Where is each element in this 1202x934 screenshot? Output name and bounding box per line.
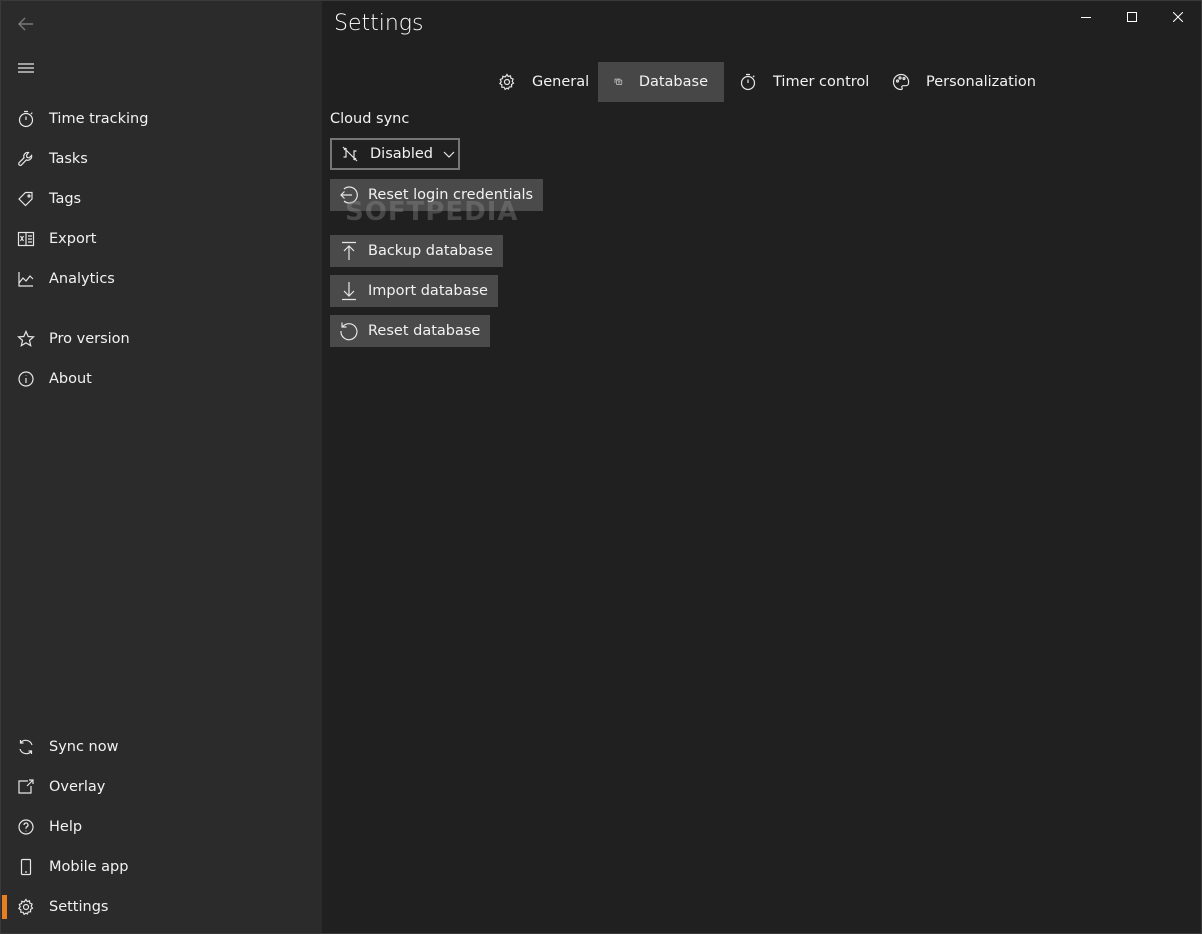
tab-general[interactable]: General: [482, 62, 605, 102]
gear-icon: [499, 73, 515, 91]
palette-icon: [892, 73, 910, 91]
sidebar-item-label: Settings: [49, 899, 109, 915]
sidebar-item-label: About: [49, 371, 92, 387]
stopwatch-icon: [740, 73, 756, 91]
import-database-button[interactable]: Import database: [330, 275, 498, 307]
tab-timer-control[interactable]: Timer control: [723, 62, 885, 102]
sidebar-item-label: Help: [49, 819, 83, 835]
upload-icon: [342, 241, 356, 260]
tab-label: Personalization: [926, 74, 1036, 90]
tab-label: General: [532, 74, 590, 90]
sidebar-item-label: Analytics: [49, 271, 115, 287]
back-button[interactable]: [9, 7, 43, 41]
chevron-down-icon: [443, 151, 455, 158]
sync-icon: [1, 738, 51, 756]
cloud-sync-value: Disabled: [370, 146, 433, 162]
sidebar-item-export[interactable]: Export: [1, 219, 322, 259]
minimize-button[interactable]: [1063, 1, 1109, 33]
sidebar-item-label: Export: [49, 231, 97, 247]
sign-out-icon: [340, 186, 358, 204]
sync-disabled-icon: [342, 146, 358, 162]
button-label: Reset database: [368, 323, 481, 339]
sidebar-item-help[interactable]: Help: [1, 807, 322, 847]
sidebar-item-about[interactable]: About: [1, 359, 322, 399]
reset-login-credentials-button[interactable]: Reset login credentials: [330, 179, 544, 211]
close-button[interactable]: [1155, 1, 1201, 33]
sidebar-item-overlay[interactable]: Overlay: [1, 767, 322, 807]
back-arrow-icon: [18, 17, 33, 31]
star-icon: [1, 330, 51, 348]
hamburger-icon: [18, 63, 34, 73]
sidebar-item-pro-version[interactable]: Pro version: [1, 319, 322, 359]
app-window: Time tracking Tasks Tags Export Analytic…: [0, 0, 1202, 934]
sidebar-item-label: Pro version: [49, 331, 130, 347]
sidebar-item-time-tracking[interactable]: Time tracking: [1, 99, 322, 139]
cloud-sync-dropdown[interactable]: Disabled: [330, 138, 460, 170]
excel-icon: [1, 230, 51, 248]
download-icon: [342, 282, 356, 301]
tab-label: Timer control: [773, 74, 870, 90]
sidebar-item-mobile-app[interactable]: Mobile app: [1, 847, 322, 887]
maximize-icon: [1127, 12, 1137, 22]
info-icon: [1, 370, 51, 388]
sidebar-item-settings[interactable]: Settings: [1, 887, 322, 927]
button-label: Import database: [368, 283, 488, 299]
sidebar-item-sync-now[interactable]: Sync now: [1, 727, 322, 767]
sidebar-item-label: Time tracking: [49, 111, 149, 127]
reset-icon: [340, 322, 358, 341]
tag-icon: [1, 190, 51, 208]
tab-database[interactable]: Database: [598, 62, 724, 102]
main-content: Settings General Database Timer control: [322, 1, 1201, 933]
tab-label: Database: [638, 74, 708, 90]
menu-toggle-button[interactable]: [9, 51, 43, 85]
wrench-icon: [1, 150, 51, 168]
phone-icon: [1, 858, 51, 876]
sidebar-item-tasks[interactable]: Tasks: [1, 139, 322, 179]
button-label: Backup database: [368, 243, 493, 259]
sidebar-item-analytics[interactable]: Analytics: [1, 259, 322, 299]
help-icon: [1, 818, 51, 836]
sidebar-item-label: Tasks: [49, 151, 88, 167]
sidebar-item-label: Overlay: [49, 779, 106, 795]
backup-database-button[interactable]: Backup database: [330, 235, 503, 267]
maximize-button[interactable]: [1109, 1, 1155, 33]
page-title: Settings: [334, 11, 424, 36]
button-label: Reset login credentials: [368, 187, 534, 203]
cloud-sync-label: Cloud sync: [330, 111, 410, 127]
sidebar-item-label: Mobile app: [49, 859, 129, 875]
tab-personalization[interactable]: Personalization: [876, 62, 1052, 102]
sidebar-item-label: Sync now: [49, 739, 119, 755]
stopwatch-icon: [1, 110, 51, 128]
overlay-icon: [1, 778, 51, 796]
sidebar: Time tracking Tasks Tags Export Analytic…: [1, 1, 322, 933]
chart-icon: [1, 270, 51, 288]
sidebar-item-label: Tags: [49, 191, 82, 207]
close-icon: [1173, 12, 1183, 22]
database-icon: [614, 78, 623, 85]
sidebar-item-tags[interactable]: Tags: [1, 179, 322, 219]
gear-icon: [1, 898, 51, 916]
minimize-icon: [1081, 17, 1091, 18]
reset-database-button[interactable]: Reset database: [330, 315, 491, 347]
